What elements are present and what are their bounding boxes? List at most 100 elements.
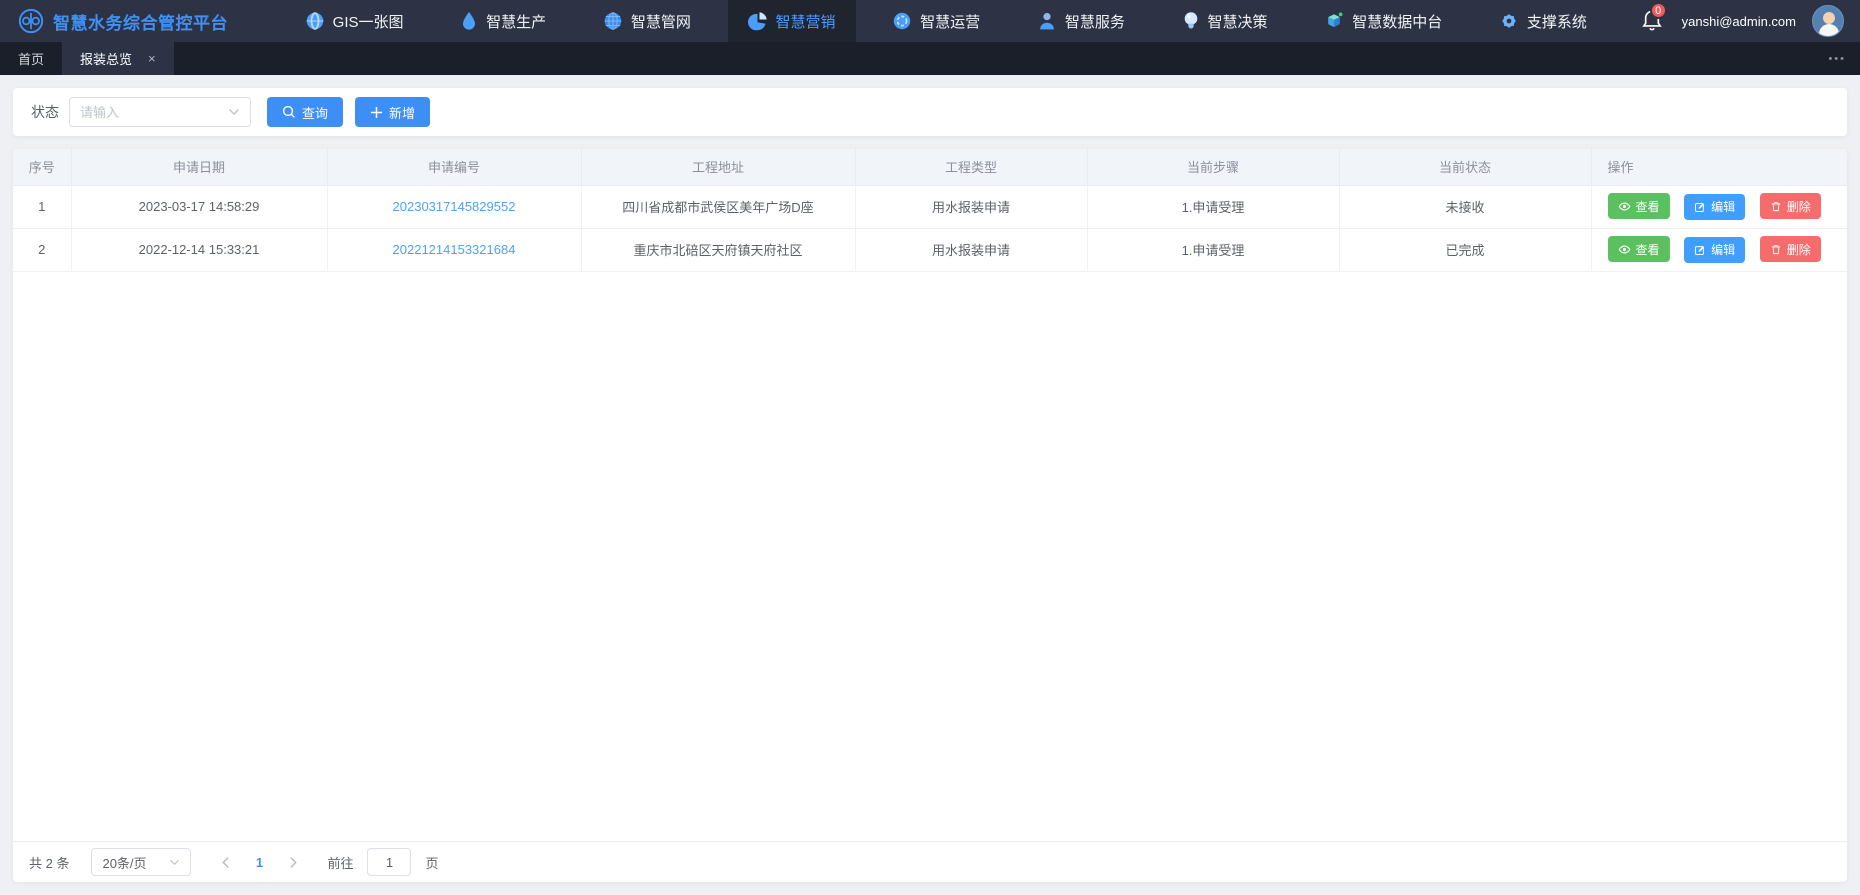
nav-label: 智慧运营 xyxy=(920,11,980,32)
brand: 智慧水务综合管控平台 xyxy=(0,0,268,42)
nav-item-decision[interactable]: 智慧决策 xyxy=(1162,0,1288,42)
edit-button[interactable]: 编辑 xyxy=(1684,194,1745,220)
top-navbar: 智慧水务综合管控平台 GIS一张图 智慧生产 智慧管网 智慧营销 xyxy=(0,0,1860,42)
delete-button[interactable]: 删除 xyxy=(1760,236,1821,262)
trash-icon xyxy=(1770,200,1782,213)
delete-button[interactable]: 删除 xyxy=(1760,193,1821,219)
next-page-icon[interactable] xyxy=(279,848,307,876)
cell-type: 用水报装申请 xyxy=(855,185,1087,228)
page-number[interactable]: 1 xyxy=(245,855,273,870)
cell-address: 重庆市北碚区天府镇天府社区 xyxy=(581,228,855,271)
nav-item-support-system[interactable]: 支撑系统 xyxy=(1479,0,1607,42)
tab-more-icon[interactable]: ••• xyxy=(1814,42,1860,75)
col-status: 当前状态 xyxy=(1339,149,1591,185)
edit-icon xyxy=(1694,244,1706,256)
application-number-link[interactable]: 20230317145829552 xyxy=(393,199,516,214)
nav-item-service[interactable]: 智慧服务 xyxy=(1017,0,1145,42)
main-nav: GIS一张图 智慧生产 智慧管网 智慧营销 智慧运营 xyxy=(268,0,1624,42)
search-icon xyxy=(282,105,296,119)
edit-icon xyxy=(1694,201,1706,213)
globe-icon xyxy=(305,11,325,31)
search-button[interactable]: 查询 xyxy=(267,97,343,127)
avatar[interactable] xyxy=(1812,5,1844,37)
view-button[interactable]: 查看 xyxy=(1608,193,1670,219)
water-drop-icon xyxy=(460,11,478,31)
cell-status: 未接收 xyxy=(1339,185,1591,228)
plus-icon xyxy=(370,106,383,119)
col-date: 申请日期 xyxy=(71,149,327,185)
nav-item-data-platform[interactable]: 智慧数据中台 xyxy=(1304,0,1462,42)
nav-label: 支撑系统 xyxy=(1527,11,1587,32)
chevron-down-icon xyxy=(169,859,180,866)
eye-icon xyxy=(1618,243,1631,256)
nav-item-gis[interactable]: GIS一张图 xyxy=(285,0,424,42)
nav-label: 智慧营销 xyxy=(776,11,836,32)
gear-icon xyxy=(1499,11,1519,31)
nav-item-marketing[interactable]: 智慧营销 xyxy=(728,0,856,42)
cell-step: 1.申请受理 xyxy=(1087,228,1339,271)
nav-label: 智慧管网 xyxy=(631,11,691,32)
eye-icon xyxy=(1618,200,1631,213)
table-row: 1 2023-03-17 14:58:29 20230317145829552 … xyxy=(13,185,1847,228)
notification-badge: 0 xyxy=(1650,2,1667,19)
content-area: 状态 查询 新增 xyxy=(0,75,1860,895)
view-button[interactable]: 查看 xyxy=(1608,236,1670,262)
status-select-input[interactable] xyxy=(80,105,210,120)
col-app-no: 申请编号 xyxy=(327,149,581,185)
table-header-row: 序号 申请日期 申请编号 工程地址 工程类型 当前步骤 当前状态 操作 xyxy=(13,149,1847,185)
cube-icon xyxy=(1324,11,1344,31)
goto-page-input[interactable] xyxy=(367,848,411,876)
user-email: yanshi@admin.com xyxy=(1682,14,1796,29)
col-step: 当前步骤 xyxy=(1087,149,1339,185)
prev-page-icon[interactable] xyxy=(211,848,239,876)
application-number-link[interactable]: 20221214153321684 xyxy=(393,242,516,257)
cell-date: 2023-03-17 14:58:29 xyxy=(71,185,327,228)
applications-table-card: 序号 申请日期 申请编号 工程地址 工程类型 当前步骤 当前状态 操作 1 20… xyxy=(13,149,1847,882)
tab-label: 首页 xyxy=(18,49,44,68)
page-size-select[interactable]: 20条/页 xyxy=(91,848,191,876)
total-count: 共 2 条 xyxy=(29,853,69,872)
edit-button[interactable]: 编辑 xyxy=(1684,237,1745,263)
nav-label: 智慧服务 xyxy=(1065,11,1125,32)
tab-label: 报装总览 xyxy=(80,49,132,68)
user-area: 0 yanshi@admin.com xyxy=(1624,0,1860,42)
cell-status: 已完成 xyxy=(1339,228,1591,271)
nav-item-production[interactable]: 智慧生产 xyxy=(440,0,566,42)
status-select[interactable] xyxy=(69,97,251,127)
pie-chart-icon xyxy=(748,11,768,31)
cell-index: 1 xyxy=(13,185,71,228)
tab-home[interactable]: 首页 xyxy=(0,42,62,75)
cell-address: 四川省成都市武侯区美年广场D座 xyxy=(581,185,855,228)
nav-label: 智慧生产 xyxy=(486,11,546,32)
app-title: 智慧水务综合管控平台 xyxy=(53,9,228,34)
nav-item-pipe-network[interactable]: 智慧管网 xyxy=(583,0,711,42)
bulb-icon xyxy=(1182,11,1200,31)
trash-icon xyxy=(1770,243,1782,256)
page-suffix: 页 xyxy=(425,853,438,872)
status-label: 状态 xyxy=(31,102,59,122)
pagination-bar: 共 2 条 20条/页 1 前往 页 xyxy=(13,841,1847,882)
table-row: 2 2022-12-14 15:33:21 20221214153321684 … xyxy=(13,228,1847,271)
notification-bell[interactable]: 0 xyxy=(1640,8,1666,34)
col-address: 工程地址 xyxy=(581,149,855,185)
nav-label: GIS一张图 xyxy=(333,11,404,32)
close-icon[interactable]: × xyxy=(148,52,156,65)
globe-grid-icon xyxy=(603,11,623,31)
cell-type: 用水报装申请 xyxy=(855,228,1087,271)
logo-icon xyxy=(18,8,44,34)
tab-bar: 首页 报装总览 × ••• xyxy=(0,42,1860,75)
col-index: 序号 xyxy=(13,149,71,185)
col-actions: 操作 xyxy=(1591,149,1847,185)
nav-item-operation[interactable]: 智慧运营 xyxy=(872,0,1000,42)
nav-label: 智慧决策 xyxy=(1208,11,1268,32)
tab-baozhuang-overview[interactable]: 报装总览 × xyxy=(62,42,174,75)
filter-bar: 状态 查询 新增 xyxy=(13,88,1847,136)
chevron-down-icon xyxy=(228,108,240,116)
nav-label: 智慧数据中台 xyxy=(1352,11,1442,32)
person-icon xyxy=(1037,11,1057,31)
goto-label: 前往 xyxy=(327,853,353,872)
ring-icon xyxy=(892,11,912,31)
add-button[interactable]: 新增 xyxy=(355,97,430,127)
applications-table: 序号 申请日期 申请编号 工程地址 工程类型 当前步骤 当前状态 操作 1 20… xyxy=(13,149,1847,272)
cell-date: 2022-12-14 15:33:21 xyxy=(71,228,327,271)
